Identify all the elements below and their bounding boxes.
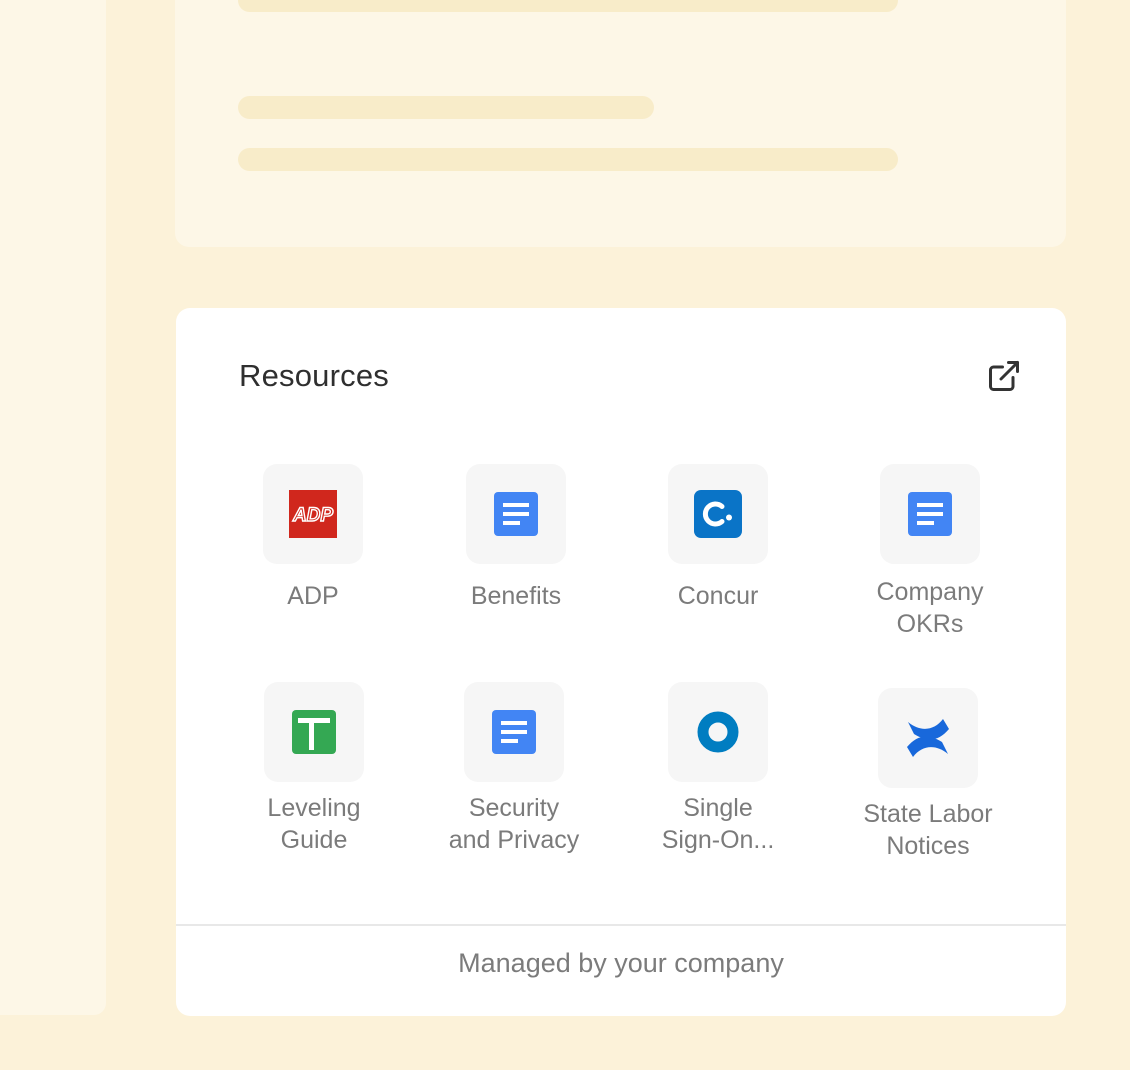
- resource-tile-state-labor-notices[interactable]: State Labor Notices: [838, 688, 1018, 862]
- google-docs-icon: [466, 464, 566, 564]
- google-docs-icon: [464, 682, 564, 782]
- footer-divider: [176, 924, 1066, 926]
- okta-logo-icon: [668, 682, 768, 782]
- left-panel: [0, 0, 106, 1015]
- skeleton-line: [238, 0, 898, 12]
- resource-tile-leveling-guide[interactable]: Leveling Guide: [224, 682, 404, 856]
- google-sheets-icon: [264, 682, 364, 782]
- resource-label: Security and Privacy: [448, 794, 580, 854]
- skeleton-line: [238, 148, 898, 171]
- resource-label: Benefits: [470, 582, 562, 610]
- resource-label: Company OKRs: [876, 578, 984, 638]
- resource-label: Concur: [677, 582, 759, 610]
- resource-tile-benefits[interactable]: Benefits: [426, 464, 606, 612]
- resource-tile-single-sign-on[interactable]: Single Sign-On...: [628, 682, 808, 856]
- resource-tile-concur[interactable]: Concur: [628, 464, 808, 612]
- resource-label: ADP: [287, 582, 339, 610]
- confluence-logo-icon: [878, 688, 978, 788]
- resource-tile-company-okrs[interactable]: Company OKRs: [840, 464, 1020, 640]
- loading-skeleton-card: [175, 0, 1066, 247]
- resources-card: Resources ADP ADP Benefits Concur Compan…: [176, 308, 1066, 1016]
- resources-title: Resources: [239, 358, 389, 393]
- google-docs-icon: [880, 464, 980, 564]
- external-link-icon[interactable]: [986, 358, 1022, 394]
- resource-tile-security-and-privacy[interactable]: Security and Privacy: [424, 682, 604, 856]
- svg-text:ADP: ADP: [292, 505, 333, 526]
- resource-tile-adp[interactable]: ADP ADP: [223, 464, 403, 612]
- resource-label: Leveling Guide: [267, 794, 361, 854]
- skeleton-line: [238, 96, 654, 119]
- concur-logo-icon: [668, 464, 768, 564]
- managed-by-footer: Managed by your company: [458, 948, 784, 978]
- resource-label: Single Sign-On...: [661, 794, 775, 854]
- resource-label: State Labor Notices: [863, 800, 993, 860]
- adp-logo-icon: ADP: [263, 464, 363, 564]
